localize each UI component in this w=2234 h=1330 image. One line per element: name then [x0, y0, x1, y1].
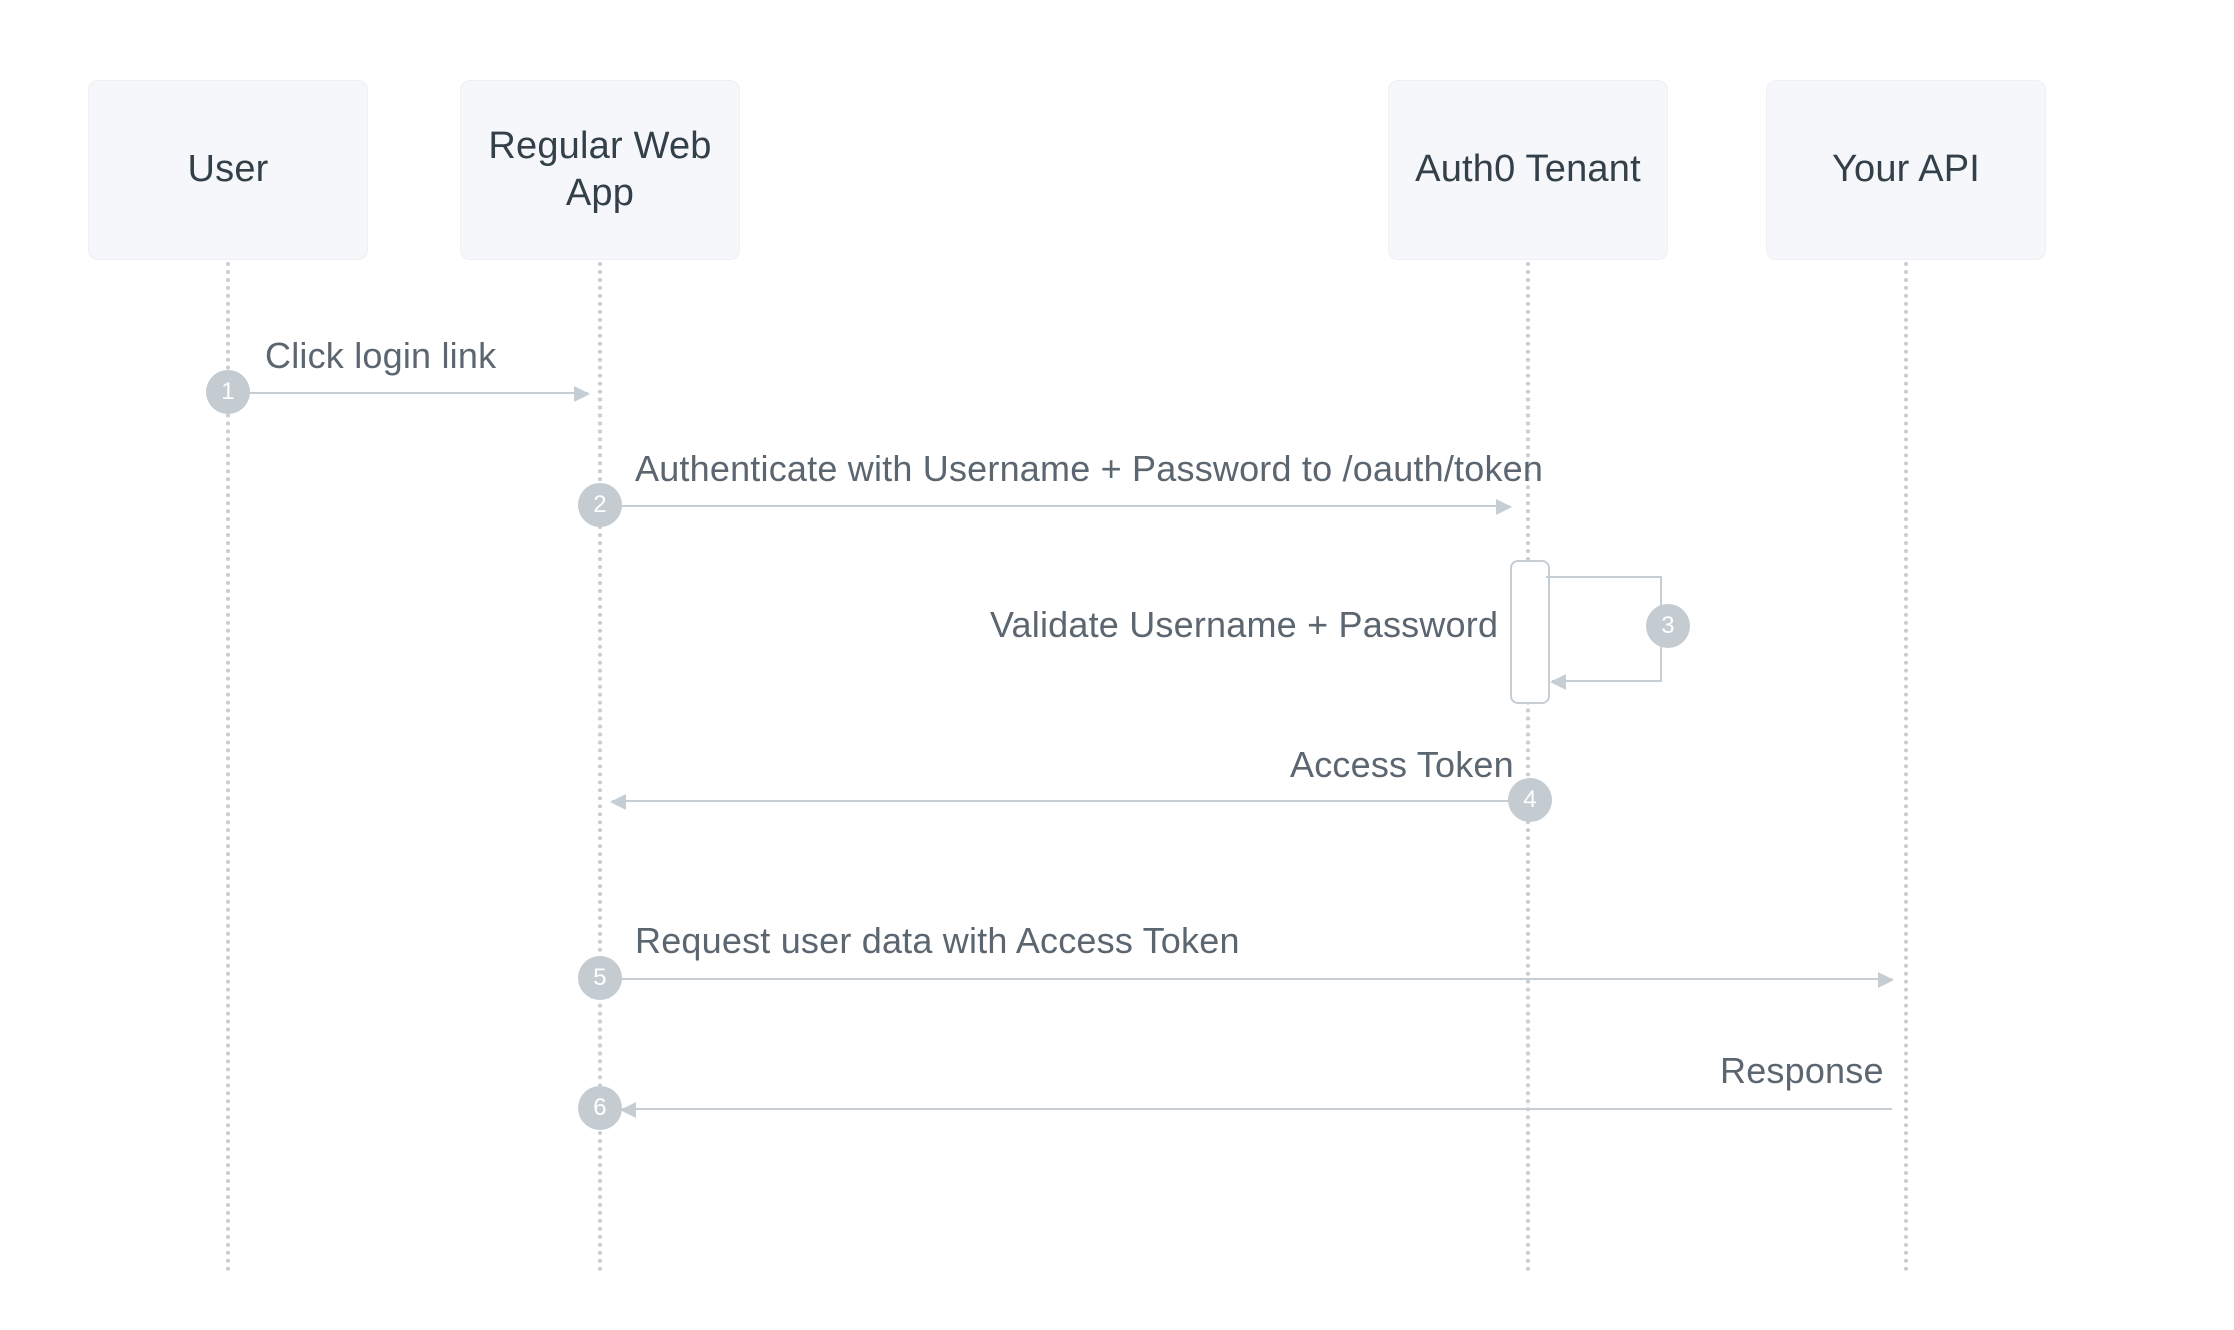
step-3-activation [1510, 560, 1550, 704]
actor-user-label: User [187, 146, 268, 194]
step-2-arrow [620, 505, 1510, 507]
lifeline-tenant [1526, 262, 1530, 1272]
step-4-badge: 4 [1508, 778, 1552, 822]
actor-tenant-label: Auth0 Tenant [1415, 146, 1641, 194]
actor-app-label: Regular Web App [481, 123, 719, 218]
step-6-arrow [622, 1108, 1892, 1110]
step-3-label: Validate Username + Password [990, 604, 1498, 646]
step-5-badge: 5 [578, 956, 622, 1000]
step-6-badge: 6 [578, 1086, 622, 1130]
step-2-badge: 2 [578, 483, 622, 527]
lifeline-api [1904, 262, 1908, 1272]
step-5-label: Request user data with Access Token [635, 920, 1240, 962]
step-3-loop-bottom [1552, 680, 1662, 682]
step-5-arrow [620, 978, 1892, 980]
sequence-diagram: User Regular Web App Auth0 Tenant Your A… [0, 0, 2234, 1330]
step-4-arrow [612, 800, 1508, 802]
step-3-loop-top [1546, 576, 1662, 578]
step-6-label: Response [1720, 1050, 1884, 1092]
step-4-label: Access Token [1290, 744, 1514, 786]
actor-tenant: Auth0 Tenant [1388, 80, 1668, 260]
step-1-badge: 1 [206, 370, 250, 414]
actor-api-label: Your API [1832, 146, 1980, 194]
step-2-label: Authenticate with Username + Password to… [635, 448, 1543, 490]
step-3-badge: 3 [1646, 604, 1690, 648]
actor-app: Regular Web App [460, 80, 740, 260]
step-1-label: Click login link [265, 335, 496, 377]
actor-api: Your API [1766, 80, 2046, 260]
step-1-arrow [248, 392, 588, 394]
actor-user: User [88, 80, 368, 260]
